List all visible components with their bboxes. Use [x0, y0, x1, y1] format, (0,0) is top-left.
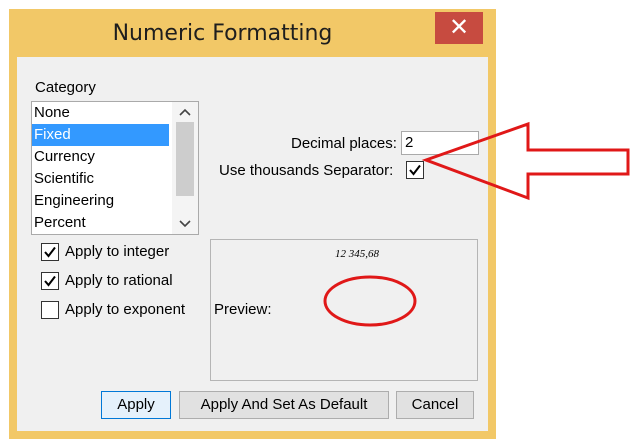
list-item[interactable]: None [32, 102, 169, 124]
list-item[interactable]: Percent [32, 212, 169, 234]
apply-exponent-label: Apply to exponent [65, 301, 186, 318]
apply-rational-checkbox[interactable] [41, 272, 59, 290]
scrollbar-thumb[interactable] [176, 122, 194, 196]
window-title: Numeric Formatting [112, 21, 333, 46]
thousands-separator-label: Use thousands Separator: [219, 162, 394, 179]
check-icon [44, 246, 56, 258]
list-item[interactable]: Engineering [32, 190, 169, 212]
thousands-separator-checkbox[interactable] [406, 161, 424, 179]
preview-value: 12 345,68 [335, 248, 379, 260]
cancel-button[interactable]: Cancel [396, 391, 474, 419]
close-button[interactable]: ✕ [435, 12, 483, 44]
preview-label: Preview: [214, 301, 272, 318]
apply-integer-label: Apply to integer [65, 243, 170, 260]
check-icon [44, 275, 56, 287]
list-item-selected[interactable]: Fixed [32, 124, 169, 146]
list-item[interactable]: Currency [32, 146, 169, 168]
apply-rational-label: Apply to rational [65, 272, 173, 289]
listbox-scrollbar[interactable] [172, 102, 198, 234]
category-label: Category [35, 79, 96, 96]
category-listbox[interactable]: None Fixed Currency Scientific Engineeri… [31, 101, 199, 235]
apply-set-default-button[interactable]: Apply And Set As Default [179, 391, 389, 419]
close-icon: ✕ [448, 14, 470, 41]
apply-button[interactable]: Apply [101, 391, 171, 419]
title-bar[interactable]: Numeric Formatting ✕ [9, 9, 496, 57]
dialog-content: Category None Fixed Currency Scientific … [17, 57, 488, 431]
apply-exponent-checkbox[interactable] [41, 301, 59, 319]
dialog-window: Numeric Formatting ✕ Category None Fixed… [9, 9, 496, 439]
scroll-down-icon[interactable] [172, 214, 198, 234]
decimal-places-label: Decimal places: [291, 135, 397, 152]
decimal-places-input[interactable]: 2 [401, 131, 479, 155]
scroll-up-icon[interactable] [172, 102, 198, 122]
check-icon [409, 164, 421, 176]
list-item[interactable]: Scientific [32, 168, 169, 190]
apply-integer-checkbox[interactable] [41, 243, 59, 261]
